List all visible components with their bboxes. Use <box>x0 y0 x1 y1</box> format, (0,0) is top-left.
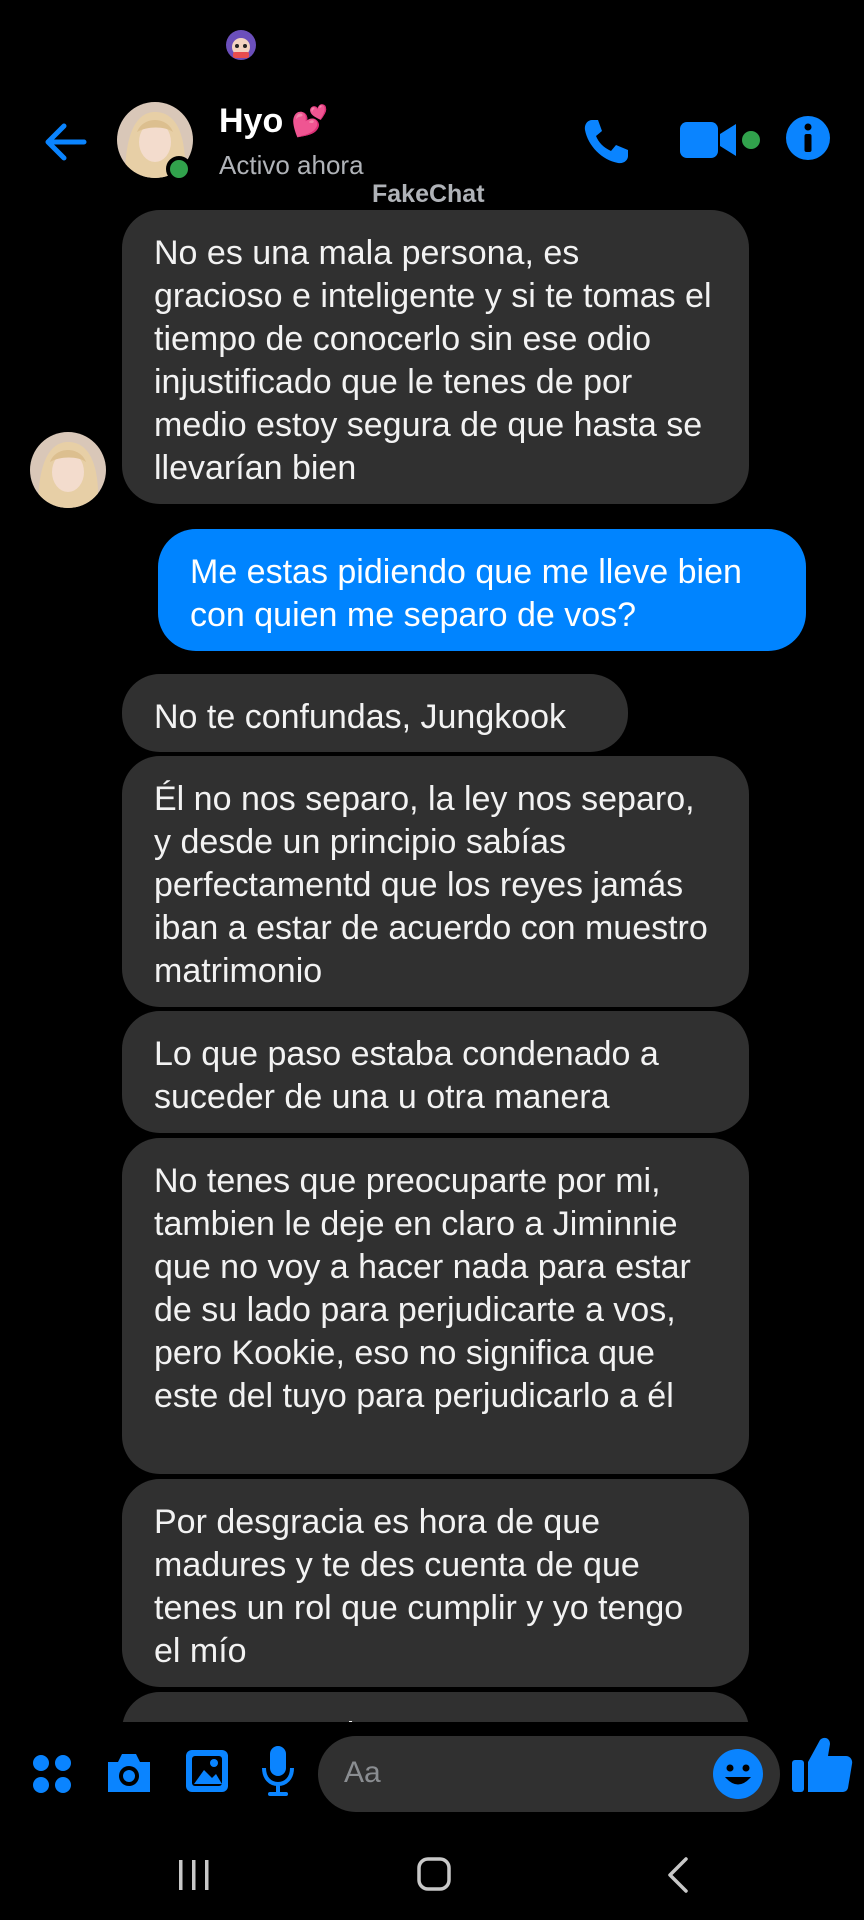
apps-grid-icon[interactable] <box>30 1752 74 1796</box>
camera-icon[interactable] <box>104 1750 154 1796</box>
message-avatar[interactable] <box>30 432 106 508</box>
message-input[interactable]: Aa <box>318 1736 780 1812</box>
active-status: Activo ahora <box>219 150 364 180</box>
recent-apps-icon[interactable] <box>176 1858 212 1892</box>
heart-emoji: 💕 <box>291 105 329 138</box>
system-nav-bar <box>0 1822 864 1920</box>
composer-bar: Aa <box>0 1722 864 1822</box>
message-bubble-incoming[interactable]: Él no nos separo, la ley nos separo, y d… <box>122 756 749 1007</box>
message-bubble-incoming[interactable]: No es una mala persona, es gracioso e in… <box>122 210 749 504</box>
message-bubble-incoming[interactable]: No tenes que preocuparte por mi, tambien… <box>122 1138 749 1474</box>
online-indicator <box>166 156 192 182</box>
message-input-placeholder: Aa <box>344 1756 381 1789</box>
emoji-icon[interactable] <box>712 1748 764 1800</box>
notification-app-icon <box>226 30 256 60</box>
watermark: FakeChat <box>372 180 485 208</box>
message-bubble-outgoing[interactable]: Me estas pidiendo que me lleve bien con … <box>158 529 806 651</box>
back-icon[interactable] <box>664 1856 690 1894</box>
video-camera-icon[interactable] <box>678 118 740 162</box>
phone-icon[interactable] <box>578 114 634 170</box>
message-bubble-incoming[interactable]: Por desgracia es hora de que madures y t… <box>122 1479 749 1687</box>
video-active-dot <box>742 131 760 149</box>
contact-name-text: Hyo <box>219 102 284 140</box>
thumbs-up-icon[interactable] <box>790 1732 854 1796</box>
back-arrow-icon[interactable] <box>40 116 92 168</box>
microphone-icon[interactable] <box>262 1744 294 1800</box>
home-icon[interactable] <box>416 1856 452 1892</box>
info-icon[interactable] <box>784 114 832 162</box>
message-bubble-incoming[interactable]: No te confundas, Jungkook <box>122 674 628 752</box>
message-list[interactable]: No es una mala persona, es gracioso e in… <box>0 208 864 1722</box>
message-bubble-incoming-partial[interactable]: No te tomes la ... <box>122 1692 749 1722</box>
contact-name[interactable]: Hyo 💕 <box>219 102 329 141</box>
message-bubble-incoming[interactable]: Lo que paso estaba condenado a suceder d… <box>122 1011 749 1133</box>
gallery-icon[interactable] <box>184 1748 230 1794</box>
